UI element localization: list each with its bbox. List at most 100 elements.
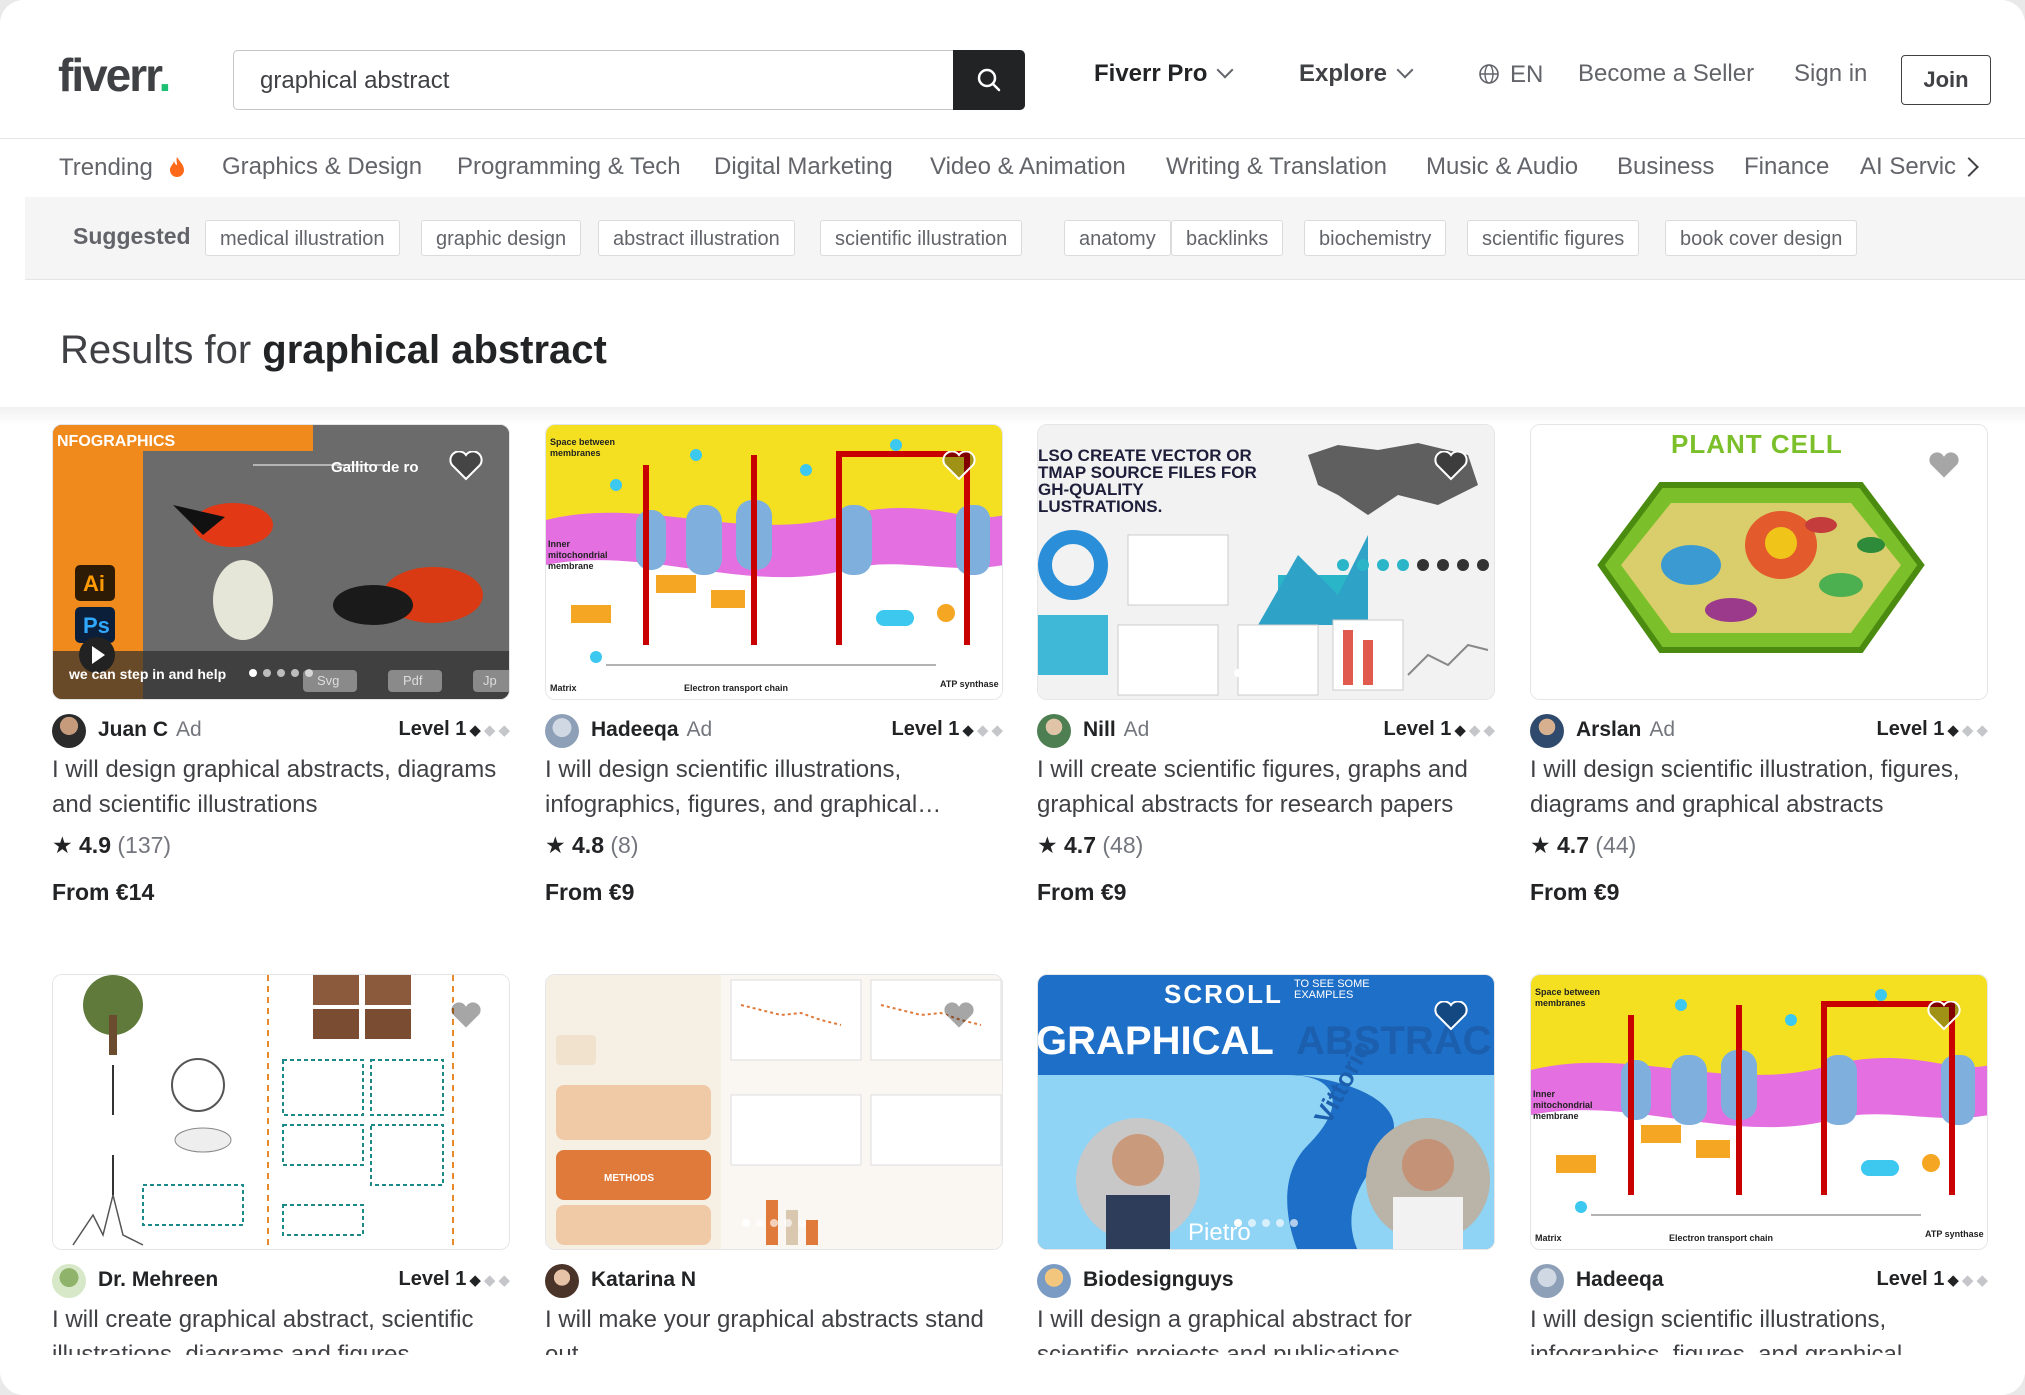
thumb-text: Matrix <box>1535 1233 1562 1243</box>
gig-title[interactable]: I will create scientific figures, graphs… <box>1037 752 1497 822</box>
avatar[interactable] <box>52 714 86 748</box>
heart-icon[interactable] <box>942 1001 976 1031</box>
category-trending[interactable]: Trending <box>59 153 186 182</box>
seller-name[interactable]: Juan C Ad <box>98 718 202 742</box>
gig-card[interactable]: SCROLL TO SEE SOME EXAMPLES GRAPHICAL AB… <box>1037 974 1495 1368</box>
carousel-dots[interactable] <box>1234 1219 1298 1227</box>
category-writing-translation[interactable]: Writing & Translation <box>1166 153 1387 181</box>
seller-row: Hadeeqa Level 1 ◆ ◆ ◆ <box>1530 1264 1988 1298</box>
page: fiverr. Fiverr Pro Explore EN Become a S… <box>0 0 2025 1395</box>
thumb-text: LSO CREATE VECTOR OR TMAP SOURCE FILES FO… <box>1038 446 1257 516</box>
gig-card[interactable]: Space between membranes Inner mitochondr… <box>545 424 1003 905</box>
thumb-text: PLANT CELL <box>1671 429 1843 459</box>
heart-icon[interactable] <box>1434 1001 1468 1031</box>
seller-name[interactable]: Hadeeqa <box>1576 1268 1664 1292</box>
suggested-chip[interactable]: scientific illustration <box>820 220 1023 256</box>
star-icon: ★ <box>545 832 566 858</box>
seller-row: Juan C Ad Level 1 ◆ ◆ ◆ <box>52 714 510 748</box>
heart-icon[interactable] <box>449 451 483 481</box>
heart-icon[interactable] <box>942 451 976 481</box>
explore-menu[interactable]: Explore <box>1299 60 1414 88</box>
seller-name[interactable]: Dr. Mehreen <box>98 1268 218 1292</box>
suggested-chip[interactable]: medical illustration <box>205 220 400 256</box>
suggested-chip[interactable]: graphic design <box>421 220 582 256</box>
sign-in-link[interactable]: Sign in <box>1794 60 1867 88</box>
avatar[interactable] <box>52 1264 86 1298</box>
thumb-text: Svg <box>317 673 340 688</box>
search-button[interactable] <box>953 50 1025 110</box>
category-finance[interactable]: Finance <box>1744 153 1829 181</box>
fiverr-logo[interactable]: fiverr. <box>58 48 171 102</box>
gig-card[interactable]: Dr. Mehreen Level 1 ◆ ◆ ◆ I will create gra… <box>52 974 510 1368</box>
gig-title[interactable]: I will design graphical abstracts, diagr… <box>52 752 512 822</box>
category-digital-marketing[interactable]: Digital Marketing <box>714 153 893 181</box>
avatar[interactable] <box>1037 714 1071 748</box>
seller-name[interactable]: Nill Ad <box>1083 718 1149 742</box>
gig-card[interactable]: Space between membranes Inner mitochondr… <box>1530 974 1988 1368</box>
seller-level: Level 1 ◆ ◆ ◆ <box>1876 718 1988 740</box>
heart-icon[interactable] <box>449 1001 483 1031</box>
gig-title[interactable]: I will design scientific illustration, f… <box>1530 752 1990 822</box>
carousel-dots[interactable] <box>1727 669 1791 677</box>
gig-title[interactable]: I will design scientific illustrations, … <box>545 752 1005 822</box>
category-graphics-design[interactable]: Graphics & Design <box>222 153 422 181</box>
category-ai-services[interactable]: AI Servic <box>1860 153 1956 181</box>
thumb-text: Gallito de ro <box>331 459 419 476</box>
suggested-chip[interactable]: book cover design <box>1665 220 1858 256</box>
avatar[interactable] <box>545 1264 579 1298</box>
category-music-audio[interactable]: Music & Audio <box>1426 153 1578 181</box>
suggested-chip[interactable]: anatomy <box>1064 220 1171 256</box>
gig-card[interactable]: NFOGRAPHICS Gallito de ro Ai Ps we can s… <box>52 424 510 905</box>
avatar[interactable] <box>1037 1264 1071 1298</box>
seller-row: Katarina N <box>545 1264 1003 1298</box>
thumb-text: Space between membranes <box>1535 987 1601 1008</box>
carousel-dots[interactable] <box>1727 1219 1791 1227</box>
heart-icon[interactable] <box>1927 1001 1961 1031</box>
gig-card[interactable]: PLANT CELL Arslan Ad Level 1 ◆ ◆ ◆ I will de… <box>1530 424 1988 905</box>
become-seller-link[interactable]: Become a Seller <box>1578 60 1754 88</box>
carousel-dots[interactable] <box>249 669 313 677</box>
chevron-down-icon <box>1396 61 1414 79</box>
heart-icon[interactable] <box>1927 451 1961 481</box>
suggested-chip[interactable]: biochemistry <box>1304 220 1447 256</box>
category-programming-tech[interactable]: Programming & Tech <box>457 153 681 181</box>
fire-icon <box>169 157 184 177</box>
gig-thumbnail[interactable]: NFOGRAPHICS Gallito de ro Ai Ps we can s… <box>52 424 510 700</box>
suggested-chip[interactable]: backlinks <box>1171 220 1284 256</box>
gig-thumbnail[interactable]: Space between membranes Inner mitochondr… <box>545 424 1003 700</box>
seller-name[interactable]: Arslan Ad <box>1576 718 1675 742</box>
join-button[interactable]: Join <box>1901 55 1991 105</box>
gig-thumbnail[interactable]: PLANT CELL <box>1530 424 1988 700</box>
gig-thumbnail[interactable] <box>52 974 510 1250</box>
search-input[interactable] <box>258 51 942 111</box>
gig-thumbnail[interactable]: LSO CREATE VECTOR OR TMAP SOURCE FILES FO… <box>1037 424 1495 700</box>
suggested-chip[interactable]: scientific figures <box>1467 220 1640 256</box>
gig-thumbnail[interactable]: SCROLL TO SEE SOME EXAMPLES GRAPHICAL AB… <box>1037 974 1495 1250</box>
avatar[interactable] <box>1530 1264 1564 1298</box>
top-header: fiverr. Fiverr Pro Explore EN Become a S… <box>0 0 2025 139</box>
avatar[interactable] <box>545 714 579 748</box>
category-video-animation[interactable]: Video & Animation <box>930 153 1126 181</box>
globe-icon <box>1479 64 1499 84</box>
thumb-text: Inner mitochondrial membrane <box>1533 1089 1593 1121</box>
fiverr-pro-menu[interactable]: Fiverr Pro <box>1094 60 1234 88</box>
seller-name[interactable]: Hadeeqa Ad <box>591 718 712 742</box>
category-business[interactable]: Business <box>1617 153 1714 181</box>
gig-card[interactable]: LSO CREATE VECTOR OR TMAP SOURCE FILES FO… <box>1037 424 1495 905</box>
thumb-text: SCROLL <box>1164 979 1283 1009</box>
carousel-dots[interactable] <box>742 669 806 677</box>
language-selector[interactable]: EN <box>1478 60 1543 89</box>
chevron-down-icon <box>1216 61 1234 79</box>
seller-name[interactable]: Biodesignguys <box>1083 1268 1234 1292</box>
carousel-dots[interactable] <box>1234 669 1298 677</box>
avatar[interactable] <box>1530 714 1564 748</box>
heart-icon[interactable] <box>1434 451 1468 481</box>
gig-thumbnail[interactable]: Space between membranes Inner mitochondr… <box>1530 974 1988 1250</box>
gig-card[interactable]: METHODS Katarina N I will make your grap… <box>545 974 1003 1368</box>
carousel-dots[interactable] <box>742 1219 806 1227</box>
suggested-chip[interactable]: abstract illustration <box>598 220 795 256</box>
seller-level: Level 1 ◆ ◆ ◆ <box>398 718 510 740</box>
gig-price: From €9 <box>1530 879 1620 905</box>
gig-thumbnail[interactable]: METHODS <box>545 974 1003 1250</box>
seller-name[interactable]: Katarina N <box>591 1268 696 1292</box>
